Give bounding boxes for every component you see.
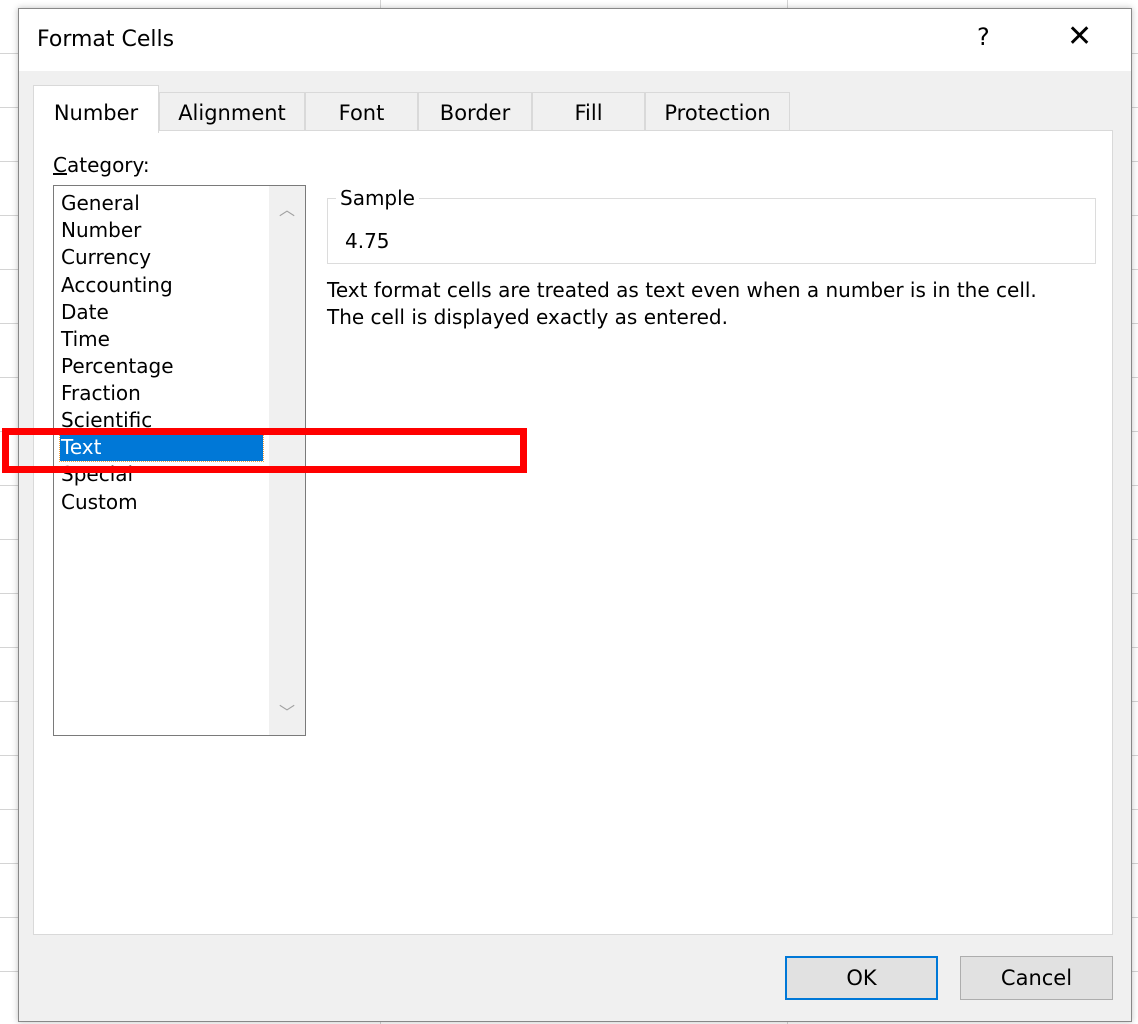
chevron-up-icon[interactable]: ︿ [279, 196, 295, 220]
list-item[interactable]: Custom [60, 489, 138, 516]
number-tab-panel: Category: General Number Currency Accoun… [33, 130, 1113, 935]
close-icon[interactable]: ✕ [1067, 19, 1092, 54]
cancel-button[interactable]: Cancel [960, 956, 1113, 1000]
list-item[interactable]: Currency [60, 244, 151, 271]
list-item[interactable]: General [60, 190, 140, 217]
tab-fill[interactable]: Fill [532, 92, 645, 132]
description-line: Text format cells are treated as text ev… [327, 278, 1037, 302]
category-label: Category: [53, 153, 150, 177]
list-item[interactable]: Number [60, 217, 141, 244]
chevron-down-icon[interactable]: ﹀ [279, 699, 295, 723]
tab-border[interactable]: Border [418, 92, 532, 132]
description-line: The cell is displayed exactly as entered… [327, 305, 728, 329]
tab-alignment[interactable]: Alignment [159, 92, 305, 132]
list-item[interactable]: Accounting [60, 272, 173, 299]
sample-value: 4.75 [345, 229, 390, 253]
title-bar: Format Cells ? ✕ [19, 9, 1131, 71]
format-description: Text format cells are treated as text ev… [327, 277, 1037, 331]
list-item[interactable]: Time [60, 326, 110, 353]
sample-label: Sample [336, 186, 419, 210]
ok-button[interactable]: OK [785, 956, 938, 1000]
list-item[interactable]: Date [60, 299, 109, 326]
format-cells-dialog: Format Cells ? ✕ Number Alignment Font B… [18, 8, 1132, 1022]
tab-number[interactable]: Number [33, 85, 159, 133]
tab-font[interactable]: Font [305, 92, 418, 132]
list-item[interactable]: Percentage [60, 353, 174, 380]
help-button[interactable]: ? [977, 23, 990, 51]
sample-group: Sample 4.75 [327, 186, 1096, 264]
highlight-annotation-box [2, 428, 527, 473]
dialog-title: Format Cells [37, 27, 175, 52]
list-item[interactable]: Fraction [60, 380, 141, 407]
tab-protection[interactable]: Protection [645, 92, 790, 132]
